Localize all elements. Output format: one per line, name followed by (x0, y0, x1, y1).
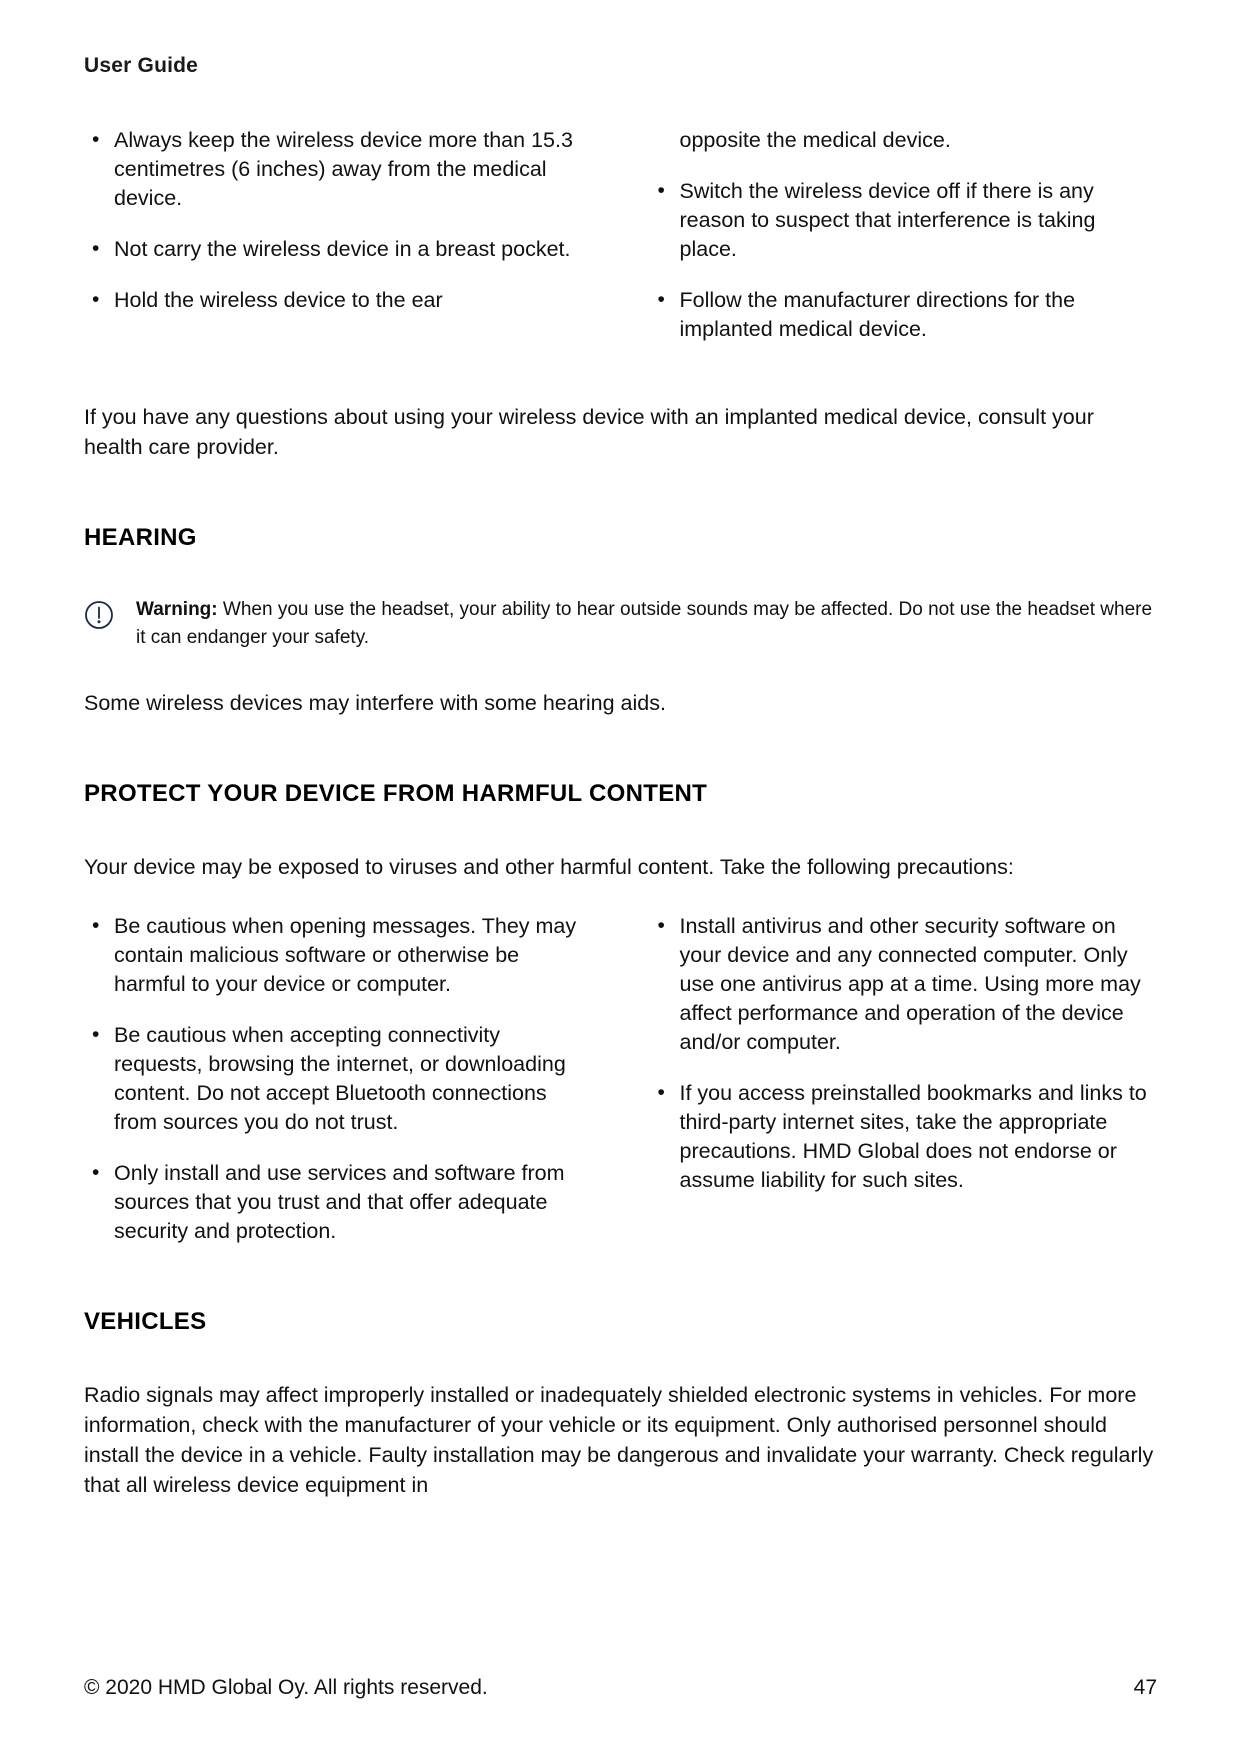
vehicles-paragraph: Radio signals may affect improperly inst… (84, 1383, 1154, 1497)
list-item: Switch the wireless device off if there … (650, 176, 1158, 264)
list-item: Not carry the wireless device in a breas… (84, 234, 592, 264)
implanted-device-left-list: Always keep the wireless device more tha… (84, 125, 592, 315)
section-title-vehicles: VEHICLES (84, 1308, 207, 1335)
warning-text-block: Warning: When you use the headset, your … (136, 596, 1157, 652)
list-item: Be cautious when opening messages. They … (84, 911, 592, 999)
list-item: Only install and use services and softwa… (84, 1158, 592, 1246)
warning-label: Warning: (136, 599, 218, 620)
hearing-warning-note: Warning: When you use the headset, your … (84, 596, 1157, 652)
list-item: If you access preinstalled bookmarks and… (650, 1078, 1158, 1195)
footer-page-number: 47 (1133, 1676, 1157, 1699)
footer-copyright: © 2020 HMD Global Oy. All rights reserve… (84, 1676, 488, 1699)
implanted-device-paragraph: If you have any questions about using yo… (84, 405, 1094, 459)
bullet-column-right: opposite the medical device. Switch the … (650, 126, 1158, 344)
list-item: Install antivirus and other security sof… (650, 911, 1158, 1057)
document-page: User Guide Always keep the wireless devi… (0, 0, 1241, 1754)
page-footer: © 2020 HMD Global Oy. All rights reserve… (84, 1676, 1157, 1700)
section-title-harmful-content: PROTECT YOUR DEVICE FROM HARMFUL CONTENT (84, 780, 708, 807)
section-title-hearing: HEARING (84, 524, 197, 551)
list-item: Be cautious when accepting connectivity … (84, 1020, 592, 1137)
list-item: Always keep the wireless device more tha… (84, 125, 592, 213)
bullet-column-left: Be cautious when opening messages. They … (84, 911, 592, 1246)
harmful-content-right-list: Install antivirus and other security sof… (650, 911, 1158, 1195)
implanted-device-bullet-columns: Always keep the wireless device more tha… (84, 125, 1158, 344)
harmful-content-left-list: Be cautious when opening messages. They … (84, 911, 592, 1246)
list-item: Follow the manufacturer directions for t… (650, 285, 1158, 344)
harmful-content-intro: Your device may be exposed to viruses an… (84, 855, 1014, 879)
continuation-text: opposite the medical device. (679, 128, 951, 152)
bullet-column-left: Always keep the wireless device more tha… (84, 125, 592, 344)
warning-exclamation-circle-icon (84, 600, 114, 630)
bullet-column-right: Install antivirus and other security sof… (650, 911, 1158, 1246)
list-item: Hold the wireless device to the ear (84, 285, 592, 315)
implanted-device-right-list: Switch the wireless device off if there … (650, 176, 1158, 344)
hearing-paragraph: Some wireless devices may interfere with… (84, 691, 666, 715)
harmful-content-bullet-columns: Be cautious when opening messages. They … (84, 911, 1158, 1246)
warning-body-text: When you use the headset, your ability t… (136, 599, 1153, 648)
running-header-title: User Guide (84, 54, 199, 77)
